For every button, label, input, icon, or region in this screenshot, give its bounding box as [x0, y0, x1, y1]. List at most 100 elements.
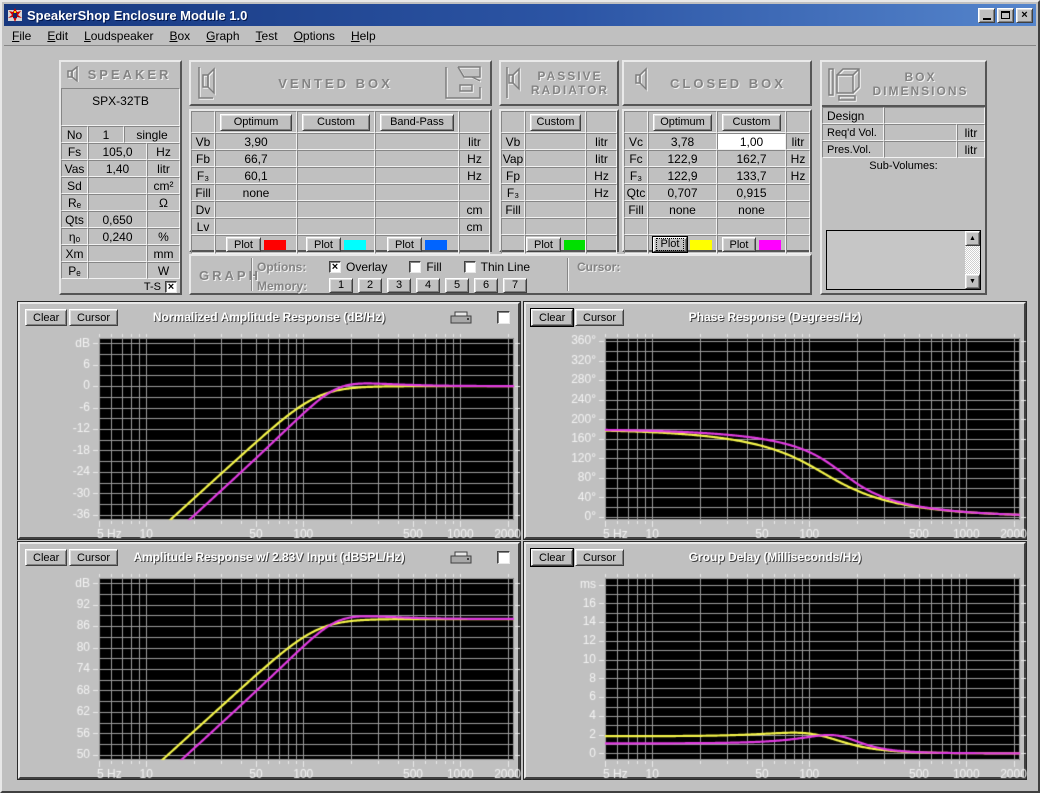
graph-amplitude_spl: ClearCursorAmplitude Response w/ 2.83V I… — [18, 542, 520, 779]
sub-volumes-scrollbar[interactable]: ▲ ▼ — [965, 231, 980, 289]
vented-custom-button[interactable]: Custom — [302, 114, 370, 131]
menu-item-graph[interactable]: Graph — [198, 27, 247, 45]
vented-row-Dv: Dv cm — [191, 201, 490, 218]
param-value — [88, 245, 147, 262]
param-label: ηₒ — [61, 228, 88, 245]
plot-cell: Plot — [375, 235, 459, 254]
vented-box-title: VENTED BOX — [227, 76, 444, 91]
closed-box-table: OptimumCustomVc3,781,00litrFc122,9162,7H… — [622, 109, 812, 252]
menu-item-box[interactable]: Box — [161, 27, 198, 45]
menu-item-options[interactable]: Options — [286, 27, 343, 45]
plot-cell: Plot — [717, 235, 786, 254]
pres-vol-label: Pres.Vol. — [822, 141, 884, 158]
close-button[interactable]: × — [1016, 8, 1033, 23]
row-value — [375, 167, 459, 184]
unit-corner-cell — [786, 111, 810, 133]
vented-plot-button-2[interactable]: Plot — [387, 237, 422, 252]
cursor-label: Cursor: — [577, 260, 620, 274]
row-value: none — [717, 201, 786, 218]
param-label: Sd — [61, 177, 88, 194]
plot-color-swatch — [425, 240, 447, 250]
print-checkbox[interactable] — [497, 551, 510, 564]
menu-item-loudspeaker[interactable]: Loudspeaker — [76, 27, 161, 45]
vented-bandpass-button[interactable]: Band-Pass — [380, 114, 454, 131]
memory-button-5[interactable]: 5 — [445, 278, 469, 293]
print-icon[interactable] — [450, 551, 474, 565]
memory-button-4[interactable]: 4 — [416, 278, 440, 293]
closed-box-icon — [632, 65, 654, 101]
pr-row-F₃: F₃Hz — [501, 184, 617, 201]
sub-volumes-listbox[interactable]: ▲ ▼ — [826, 230, 981, 290]
row-unit: cm — [459, 201, 490, 218]
row-value — [297, 218, 375, 235]
graph-normalized_amplitude: ClearCursorNormalized Amplitude Response… — [18, 302, 520, 539]
param-unit: Ω — [147, 194, 180, 211]
checkbox-overlay[interactable]: × — [329, 261, 341, 273]
vented-plot-button-1[interactable]: Plot — [306, 237, 341, 252]
speaker-row-ηₒ: ηₒ0,240% — [61, 228, 180, 245]
closed-row-Fill: Fillnonenone — [624, 201, 810, 218]
row-value: none — [648, 201, 717, 218]
row-value[interactable]: 1,00 — [717, 133, 786, 150]
row-unit: Hz — [459, 167, 490, 184]
chart-canvas-amplitude_spl[interactable] — [20, 570, 522, 782]
vented-optimum-button[interactable]: Optimum — [220, 114, 292, 131]
param-value: 0,240 — [88, 228, 147, 245]
memory-button-7[interactable]: 7 — [503, 278, 527, 293]
row-label: Vb — [501, 133, 525, 150]
pr-custom-button[interactable]: Custom — [530, 114, 581, 131]
passive-radiator-header: PASSIVE RADIATOR — [499, 60, 619, 106]
row-value: 60,1 — [215, 167, 297, 184]
scroll-down-icon[interactable]: ▼ — [965, 274, 980, 289]
row-label: F₃ — [501, 184, 525, 201]
chart-canvas-normalized_amplitude[interactable] — [20, 330, 522, 542]
menu-item-file[interactable]: File — [4, 27, 39, 45]
plot-color-swatch — [690, 240, 712, 250]
speaker-model-name[interactable]: SPX-32TB — [61, 88, 180, 126]
chart-canvas-group_delay[interactable] — [526, 570, 1028, 782]
speaker-row-No: No1single — [61, 126, 180, 143]
button-cell: Custom — [297, 111, 375, 133]
pr-plot-button-0[interactable]: Plot — [526, 237, 561, 252]
passive-radiator-title: PASSIVE RADIATOR — [527, 69, 613, 97]
chart-canvas-phase_response[interactable] — [526, 330, 1028, 542]
graph-title: Amplitude Response w/ 2.83V Input (dBSPL… — [20, 550, 518, 564]
sub-volumes-label: Sub-Volumes: — [822, 160, 985, 174]
closed-optimum-button[interactable]: Optimum — [653, 114, 712, 131]
row-value — [297, 201, 375, 218]
param-label: Fs — [61, 143, 88, 160]
minimize-button[interactable] — [978, 8, 995, 23]
closed-plot-button-0[interactable]: Plot — [653, 237, 688, 252]
row-label: Lv — [191, 218, 215, 235]
scroll-up-icon[interactable]: ▲ — [965, 231, 980, 246]
row-unit: cm — [459, 218, 490, 235]
memory-button-2[interactable]: 2 — [358, 278, 382, 293]
vented-plot-button-0[interactable]: Plot — [226, 237, 261, 252]
memory-button-3[interactable]: 3 — [387, 278, 411, 293]
maximize-button[interactable] — [997, 8, 1014, 23]
closed-plot-button-1[interactable]: Plot — [722, 237, 757, 252]
closed-custom-button[interactable]: Custom — [722, 114, 781, 131]
row-label — [501, 218, 525, 235]
row-unit — [586, 218, 617, 235]
param-unit: mm — [147, 245, 180, 262]
row-value — [525, 150, 586, 167]
menu-item-help[interactable]: Help — [343, 27, 384, 45]
print-checkbox[interactable] — [497, 311, 510, 324]
row-label: Fill — [191, 184, 215, 201]
menu-item-edit[interactable]: Edit — [39, 27, 76, 45]
row-label: Dv — [191, 201, 215, 218]
row-value: 3,90 — [215, 133, 297, 150]
closed-row-Vc: Vc3,781,00litr — [624, 133, 810, 150]
memory-button-1[interactable]: 1 — [329, 278, 353, 293]
row-unit: litr — [459, 133, 490, 150]
memory-button-6[interactable]: 6 — [474, 278, 498, 293]
menu-item-test[interactable]: Test — [248, 27, 286, 45]
print-icon[interactable] — [450, 311, 474, 325]
row-value: 133,7 — [717, 167, 786, 184]
row-unit: litr — [786, 133, 810, 150]
ts-checkbox[interactable]: × — [165, 281, 177, 293]
checkbox-fill[interactable] — [409, 261, 421, 273]
checkbox-thin-line[interactable] — [464, 261, 476, 273]
graph-title: Normalized Amplitude Response (dB/Hz) — [20, 310, 518, 324]
